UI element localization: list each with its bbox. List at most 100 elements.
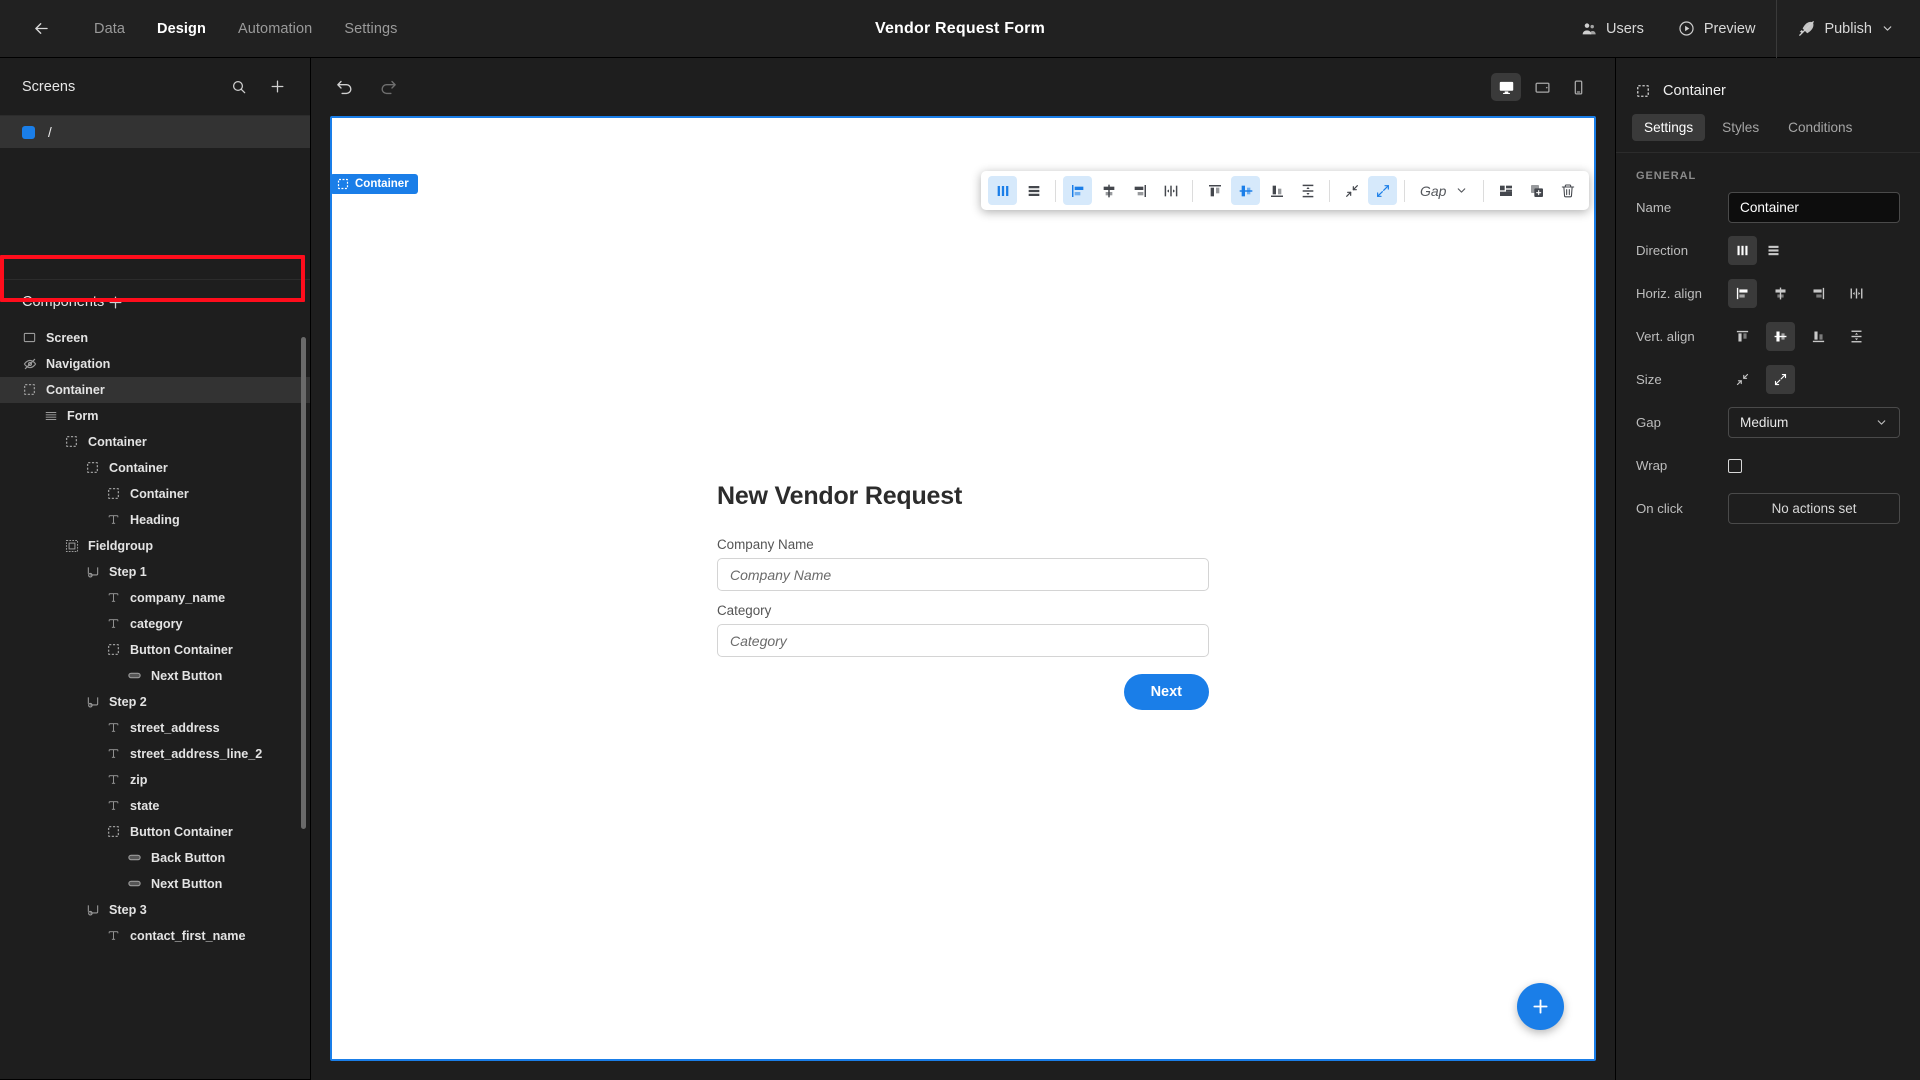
vert-align-bottom-button[interactable]	[1804, 322, 1833, 351]
tree-item-step-2[interactable]: Step 2	[0, 689, 310, 715]
tree-item-label: Next Button	[151, 876, 223, 891]
toolbar-delete-button[interactable]	[1553, 176, 1582, 205]
toolbar-direction-row-button[interactable]	[1019, 176, 1048, 205]
horiz-align-center-button[interactable]	[1766, 279, 1795, 308]
toolbar-align-space-between-button[interactable]	[1156, 176, 1185, 205]
screen-item-root[interactable]: /	[0, 116, 310, 148]
device-mobile-button[interactable]	[1563, 73, 1593, 101]
design-canvas[interactable]: New Vendor Request Company Name Company …	[330, 116, 1596, 1061]
selection-badge[interactable]: Container	[330, 174, 418, 194]
tree-item-label: street_address_line_2	[130, 746, 263, 761]
vert-align-stretch-button[interactable]	[1842, 322, 1871, 351]
fieldgroup-icon	[64, 538, 79, 553]
tree-item-next-button[interactable]: Next Button	[0, 871, 310, 897]
tree-item-container[interactable]: Container	[0, 429, 310, 455]
toolbar-layout-button[interactable]	[1491, 176, 1520, 205]
back-button[interactable]	[24, 12, 58, 46]
divider	[1404, 179, 1405, 202]
tree-item-container[interactable]: Container	[0, 376, 310, 403]
tree-item-navigation[interactable]: Navigation	[0, 351, 310, 377]
device-tablet-button[interactable]	[1527, 73, 1557, 101]
toolbar-align-left-button[interactable]	[1063, 176, 1092, 205]
onclick-label: On click	[1636, 501, 1683, 516]
tree-item-street-address-line-2[interactable]: street_address_line_2	[0, 741, 310, 767]
toolbar-align-center-button[interactable]	[1094, 176, 1123, 205]
horiz-align-space-between-button[interactable]	[1842, 279, 1871, 308]
screens-search-button[interactable]	[228, 76, 250, 98]
tree-item-button-container[interactable]: Button Container	[0, 637, 310, 663]
onclick-actions-button[interactable]: No actions set	[1728, 493, 1900, 524]
add-component-button[interactable]	[104, 291, 126, 313]
toolbar-gap-dropdown[interactable]: Gap	[1411, 183, 1477, 199]
plus-icon	[1533, 999, 1548, 1014]
redo-button[interactable]	[377, 76, 399, 98]
align-bottom-icon	[1812, 331, 1825, 343]
tree-scrollbar[interactable]	[301, 336, 306, 829]
tab-conditions[interactable]: Conditions	[1776, 114, 1864, 141]
form-field-company-name: Company Name Company Name	[717, 537, 1209, 591]
tab-data[interactable]: Data	[78, 13, 141, 45]
size-shrink-button[interactable]	[1728, 365, 1757, 394]
toolbar-size-grow-button[interactable]	[1368, 176, 1397, 205]
category-input[interactable]: Category	[717, 624, 1209, 657]
add-component-fab[interactable]	[1517, 983, 1564, 1030]
toolbar-direction-column-button[interactable]	[988, 176, 1017, 205]
tree-item-category[interactable]: category	[0, 611, 310, 637]
wrap-checkbox[interactable]	[1728, 458, 1742, 473]
direction-column-icon	[1737, 245, 1748, 256]
toolbar-size-shrink-button[interactable]	[1337, 176, 1366, 205]
toolbar-align-right-button[interactable]	[1125, 176, 1154, 205]
publish-button[interactable]: Publish	[1781, 0, 1920, 57]
tree-item-company-name[interactable]: company_name	[0, 585, 310, 611]
vert-align-top-button[interactable]	[1728, 322, 1757, 351]
tab-settings[interactable]: Settings	[328, 13, 413, 45]
undo-button[interactable]	[333, 76, 355, 98]
toolbar-align-middle-button[interactable]	[1231, 176, 1260, 205]
horiz-align-right-button[interactable]	[1804, 279, 1833, 308]
gap-select[interactable]: Medium	[1728, 407, 1900, 438]
component-tree-scroll[interactable]: Screen Navigation Container Form Container Co…	[0, 325, 310, 1080]
tab-automation[interactable]: Automation	[222, 13, 328, 45]
device-desktop-button[interactable]	[1491, 73, 1521, 101]
tree-item-state[interactable]: state	[0, 793, 310, 819]
step-icon	[85, 902, 100, 917]
company-name-input[interactable]: Company Name	[717, 558, 1209, 591]
toolbar-align-stretch-vertical-button[interactable]	[1293, 176, 1322, 205]
tab-settings[interactable]: Settings	[1632, 114, 1706, 141]
tree-item-screen[interactable]: Screen	[0, 325, 310, 351]
horiz-align-left-button[interactable]	[1728, 279, 1757, 308]
name-input[interactable]: Container	[1728, 192, 1900, 223]
tree-item-button-container[interactable]: Button Container	[0, 819, 310, 845]
users-button[interactable]: Users	[1564, 0, 1661, 57]
horiz-align-label: Horiz. align	[1636, 286, 1702, 301]
tab-design[interactable]: Design	[141, 13, 222, 45]
tree-item-step-1[interactable]: Step 1	[0, 559, 310, 585]
direction-row-button[interactable]	[1759, 236, 1788, 265]
align-middle-icon	[1239, 185, 1252, 196]
preview-button[interactable]: Preview	[1661, 0, 1773, 57]
tree-item-next-button[interactable]: Next Button	[0, 663, 310, 689]
toolbar-align-top-button[interactable]	[1200, 176, 1229, 205]
tab-styles[interactable]: Styles	[1710, 114, 1771, 141]
next-button[interactable]: Next	[1123, 674, 1209, 710]
size-grow-button[interactable]	[1766, 365, 1795, 394]
tree-item-zip[interactable]: zip	[0, 767, 310, 793]
container-icon	[85, 460, 100, 475]
tree-item-form[interactable]: Form	[0, 403, 310, 429]
tree-item-label: street_address	[130, 720, 220, 735]
tree-item-container[interactable]: Container	[0, 455, 310, 481]
main-area: Screens / Components Screen Navigation C…	[0, 58, 1920, 1080]
container-icon	[64, 434, 79, 449]
toolbar-align-bottom-button[interactable]	[1262, 176, 1291, 205]
tree-item-step-3[interactable]: Step 3	[0, 897, 310, 923]
vert-align-middle-button[interactable]	[1766, 322, 1795, 351]
tree-item-back-button[interactable]: Back Button	[0, 845, 310, 871]
tree-item-fieldgroup[interactable]: Fieldgroup	[0, 533, 310, 559]
tree-item-contact-first-name[interactable]: contact_first_name	[0, 923, 310, 949]
tree-item-street-address[interactable]: street_address	[0, 715, 310, 741]
toolbar-duplicate-button[interactable]	[1522, 176, 1551, 205]
direction-column-button[interactable]	[1728, 236, 1757, 265]
tree-item-container[interactable]: Container	[0, 481, 310, 507]
add-screen-button[interactable]	[266, 76, 288, 98]
tree-item-heading[interactable]: Heading	[0, 507, 310, 533]
